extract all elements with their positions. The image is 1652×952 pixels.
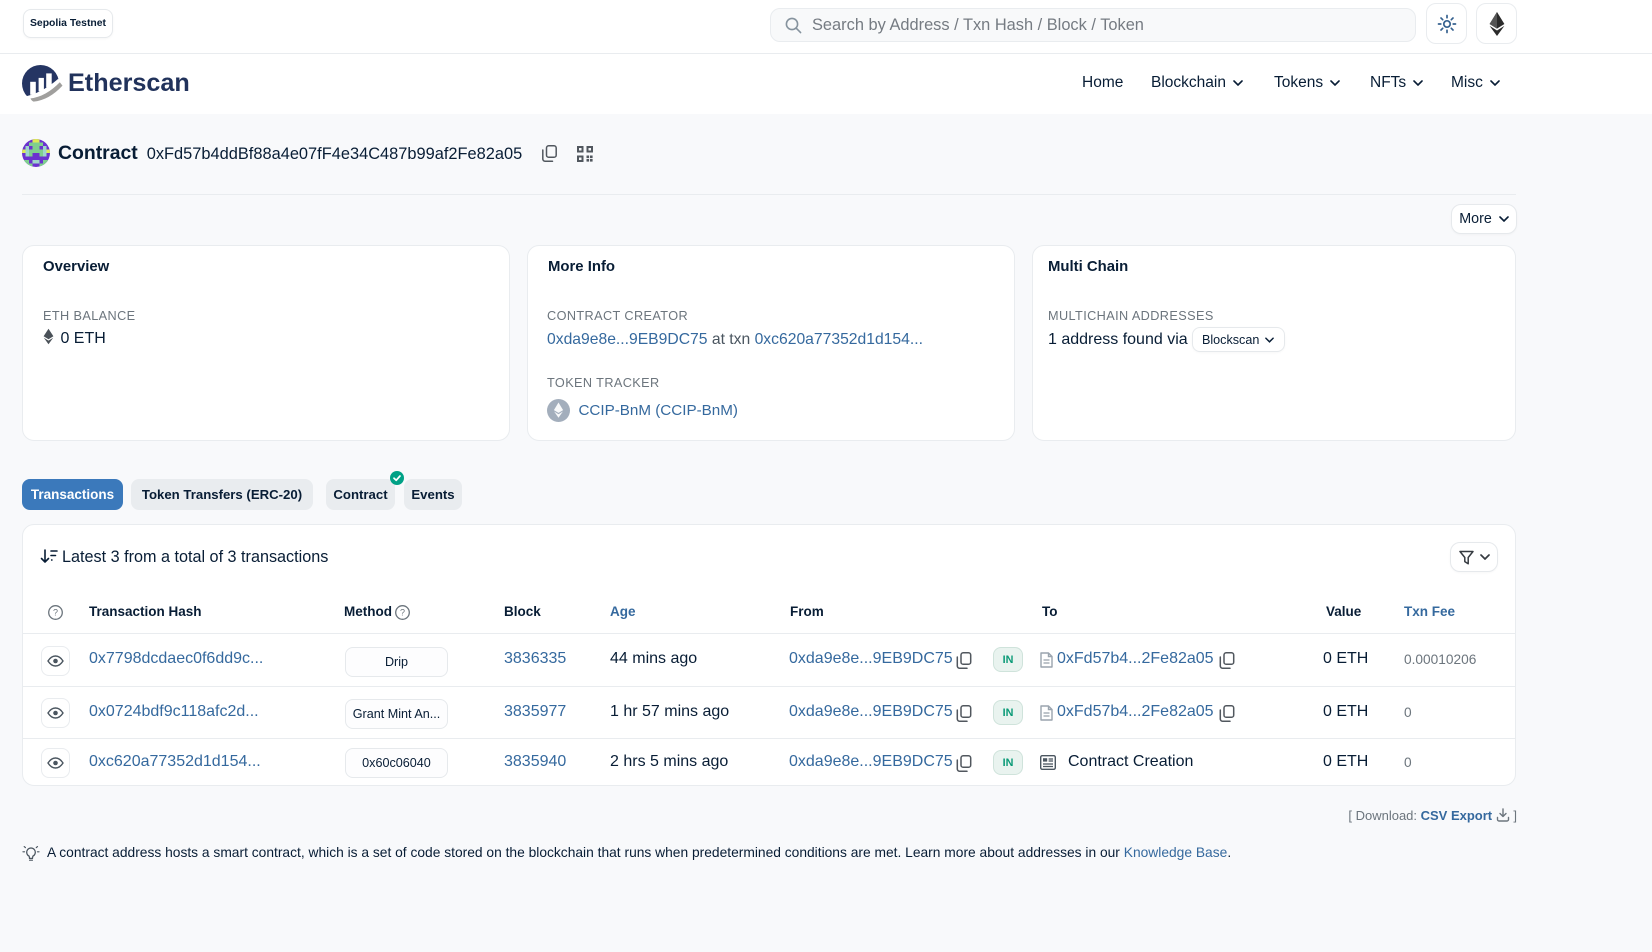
svg-text:?: ? — [53, 608, 58, 618]
svg-text:?: ? — [400, 608, 405, 618]
